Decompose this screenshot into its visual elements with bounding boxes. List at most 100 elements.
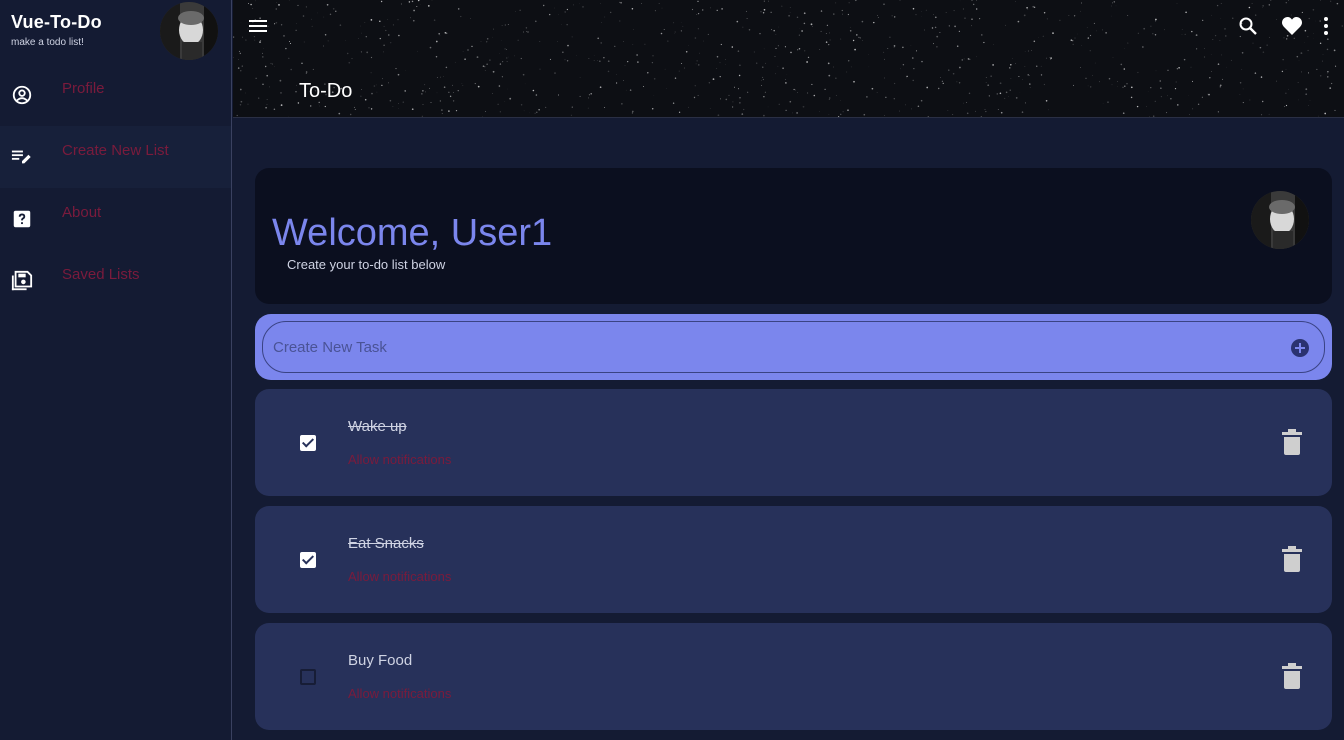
star: [753, 51, 755, 53]
star: [1080, 67, 1081, 68]
star: [852, 39, 855, 42]
star: [762, 76, 764, 78]
star: [614, 45, 616, 48]
star: [271, 63, 273, 65]
star: [385, 29, 387, 32]
star: [570, 114, 572, 116]
star: [588, 58, 590, 60]
sidebar-item-about[interactable]: About: [0, 188, 231, 250]
star: [811, 83, 813, 85]
more-button[interactable]: [1314, 14, 1338, 38]
star: [793, 88, 795, 91]
star: [798, 34, 800, 36]
star: [392, 106, 394, 108]
star: [1068, 14, 1070, 16]
star: [1130, 96, 1133, 99]
star: [509, 97, 512, 100]
star: [709, 108, 711, 109]
delete-icon[interactable]: [1282, 663, 1302, 689]
star: [593, 60, 595, 61]
star: [346, 52, 349, 55]
star: [664, 68, 666, 70]
star: [739, 97, 741, 99]
star: [763, 114, 765, 117]
star: [796, 112, 798, 114]
task-checkbox[interactable]: [300, 552, 316, 568]
help-box-icon: [13, 210, 31, 228]
star: [508, 56, 509, 58]
star: [912, 7, 915, 10]
star: [426, 117, 427, 118]
star: [427, 5, 430, 7]
star: [899, 110, 900, 112]
star: [240, 100, 243, 103]
star: [1024, 102, 1026, 104]
star: [535, 94, 538, 96]
star: [953, 10, 955, 12]
star: [492, 36, 493, 38]
star: [1262, 5, 1264, 7]
task-checkbox[interactable]: [300, 435, 316, 451]
star: [1239, 94, 1241, 95]
star: [295, 29, 297, 31]
star: [361, 89, 362, 90]
star: [877, 16, 879, 19]
star: [619, 1, 621, 3]
star: [931, 27, 934, 29]
star: [324, 105, 326, 108]
delete-icon[interactable]: [1282, 546, 1302, 572]
menu-button[interactable]: [247, 15, 269, 37]
star: [1282, 59, 1284, 61]
star: [803, 12, 806, 15]
star: [1087, 85, 1089, 87]
star: [622, 80, 624, 81]
star: [762, 12, 765, 14]
star: [992, 64, 994, 66]
star: [819, 49, 821, 50]
task-notification-link[interactable]: Allow notifications: [348, 569, 451, 584]
star: [616, 74, 617, 75]
star: [684, 67, 686, 69]
star: [762, 78, 765, 81]
sidebar-item-saved-lists[interactable]: Saved Lists: [0, 250, 231, 312]
sidebar-item-create-new-list[interactable]: Create New List: [0, 126, 231, 188]
delete-icon[interactable]: [1282, 429, 1302, 455]
task-checkbox[interactable]: [300, 669, 316, 685]
star: [576, 55, 577, 57]
star: [558, 14, 559, 15]
star: [1081, 2, 1082, 4]
star: [1261, 100, 1264, 103]
new-task-input[interactable]: [273, 332, 1253, 362]
favorite-button[interactable]: [1270, 14, 1314, 38]
sidebar-item-profile[interactable]: Profile: [0, 64, 231, 126]
task-notification-link[interactable]: Allow notifications: [348, 686, 451, 701]
star: [653, 78, 656, 80]
star: [760, 11, 762, 13]
search-button[interactable]: [1226, 14, 1270, 38]
star: [364, 21, 366, 23]
star: [464, 58, 466, 61]
add-task-button[interactable]: [1291, 339, 1309, 357]
star: [697, 12, 700, 15]
star: [819, 117, 820, 118]
star: [952, 113, 954, 115]
star: [480, 40, 482, 42]
star: [794, 89, 796, 91]
star: [351, 58, 353, 60]
star: [398, 103, 399, 104]
avatar[interactable]: [160, 2, 218, 60]
star: [644, 43, 646, 45]
star: [1276, 80, 1277, 82]
task-notification-link[interactable]: Allow notifications: [348, 452, 451, 467]
star: [952, 72, 955, 75]
star: [1124, 85, 1126, 88]
star: [996, 93, 999, 95]
star: [371, 92, 373, 95]
star: [625, 89, 627, 91]
star: [383, 51, 384, 53]
star: [1015, 63, 1016, 64]
star: [945, 12, 947, 13]
star: [942, 82, 944, 84]
star: [861, 20, 864, 23]
star: [454, 61, 456, 63]
